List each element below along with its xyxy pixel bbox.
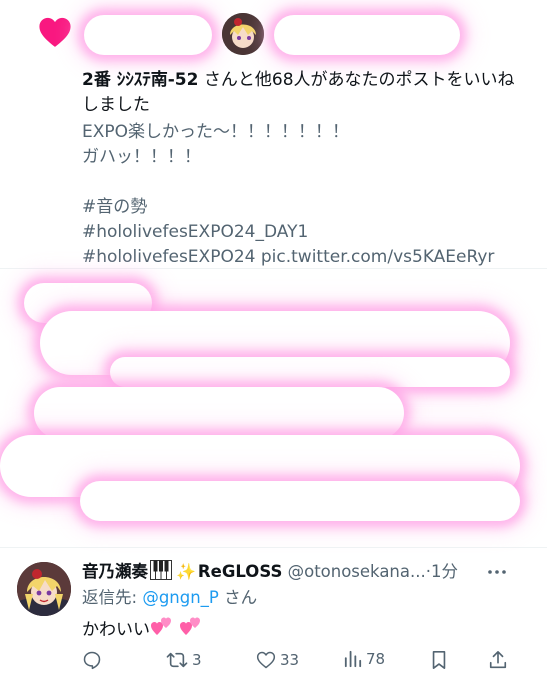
action-bar: 3 33 78 [82, 650, 512, 674]
reply-handle[interactable]: @otonosekana... [288, 562, 426, 581]
liker-name[interactable]: 2番 ｼｼｽﾃ南-52 [82, 70, 198, 90]
reply-time[interactable]: 1分 [431, 562, 458, 581]
liked-tweet-body[interactable]: EXPO楽しかった〜！！！！！！！ ガハッ！！！！ #音の勢 #hololive… [82, 120, 532, 270]
hearts-emoji [180, 617, 201, 635]
replying-to: 返信先: @gngn_P さん [82, 586, 257, 610]
share-button[interactable] [488, 650, 508, 670]
redacted-avatar-area [84, 15, 212, 55]
retweet-icon [166, 652, 188, 668]
reply-tweet[interactable]: 音乃瀬奏 ✨ ReGLOSS @otonosekana...·1分 返信先: @g… [0, 548, 547, 681]
reply-header: 音乃瀬奏 ✨ ReGLOSS @otonosekana...·1分 [82, 560, 532, 584]
reply-avatar[interactable] [17, 562, 71, 616]
like-icon [256, 651, 276, 669]
redacted-avatar-area [274, 15, 460, 55]
retweet-count: 3 [192, 651, 202, 669]
liker-avatar[interactable] [222, 13, 264, 55]
piano-icon [150, 560, 172, 580]
bookmark-button[interactable] [430, 650, 448, 670]
retweet-button[interactable]: 3 [166, 650, 202, 670]
sparkle-icon: ✨ [176, 562, 196, 581]
replying-mention[interactable]: @gngn_P [142, 588, 219, 607]
reply-button[interactable] [82, 650, 102, 670]
reply-text: かわいい [82, 615, 203, 643]
hearts-emoji [151, 617, 171, 635]
view-count: 78 [366, 650, 386, 668]
like-notification-text: 2番 ｼｼｽﾃ南-52 さんと他68人があなたのポストをいいねしました [82, 68, 522, 118]
more-icon[interactable] [487, 562, 507, 582]
bookmark-icon [432, 651, 446, 669]
replying-suffix: さん [224, 588, 258, 607]
reply-group-name: ReGLOSS [197, 562, 283, 581]
like-notification[interactable]: 2番 ｼｼｽﾃ南-52 さんと他68人があなたのポストをいいねしました EXPO… [0, 0, 547, 269]
redaction-blob [110, 357, 510, 387]
like-button[interactable]: 33 [256, 650, 299, 670]
redaction-blob [34, 387, 404, 439]
heart-icon [39, 17, 71, 47]
replying-label: 返信先: [82, 588, 138, 607]
redaction-blob [80, 481, 520, 521]
share-icon [489, 651, 507, 669]
reply-display-name[interactable]: 音乃瀬奏 [82, 562, 148, 581]
views-button[interactable]: 78 [344, 650, 385, 668]
like-count: 33 [280, 651, 300, 669]
reply-text-content: かわいい [82, 620, 150, 640]
reply-icon [83, 651, 101, 670]
views-icon [344, 650, 362, 668]
redacted-content [0, 269, 547, 548]
